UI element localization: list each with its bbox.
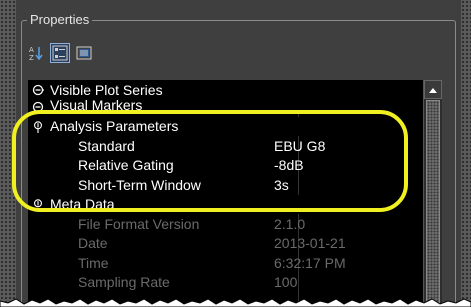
collapse-toggle-icon[interactable] [32,120,44,133]
property-row-time: Time 6:32:17 PM [28,253,423,273]
property-name: Sampling Rate [78,274,170,291]
property-name: Short-Term Window [78,176,201,193]
property-row-short-term-window[interactable]: Short-Term Window 3s [28,175,423,195]
sort-alpha-button[interactable]: A Z [26,43,46,63]
property-name: Relative Gating [78,157,174,174]
property-name: Standard [78,137,135,154]
category-label: Visual Markers [50,99,143,113]
property-row-standard[interactable]: Standard EBU G8 [28,136,423,156]
property-name: File Format Version [78,215,200,232]
category-visual-markers[interactable]: Visual Markers [28,99,423,113]
svg-text:A: A [29,46,34,54]
panel-title: Properties [27,12,93,28]
arrow-up-icon [429,87,437,93]
property-value: 6:32:17 PM [274,254,346,271]
scrollbar-thumb[interactable] [426,100,440,307]
categorized-view-button[interactable] [50,43,70,63]
properties-panel: Properties A Z Visible Plot Series Visua… [0,0,471,307]
property-grid: Visible Plot Series Visual Markers Analy… [28,80,423,307]
category-visible-plot-series[interactable]: Visible Plot Series [28,80,423,100]
list-view-button[interactable] [74,43,94,63]
expand-toggle-icon[interactable] [32,84,44,96]
property-row-date: Date 2013-01-21 [28,234,423,254]
category-meta-data[interactable]: Meta Data [28,194,423,214]
svg-text:Z: Z [29,54,34,61]
collapse-toggle-icon[interactable] [32,198,44,211]
categorized-icon [52,45,68,61]
scroll-up-button[interactable] [424,80,442,99]
property-value: 2013-01-21 [274,235,346,252]
property-row-sampling-rate: Sampling Rate 100 [28,273,423,293]
property-value: 2.1.0 [274,215,306,232]
property-value[interactable]: -8dB [270,157,304,173]
property-value: 100 [274,274,298,291]
properties-toolbar: A Z [26,43,94,65]
property-row-file-format-version: File Format Version 2.1.0 [28,214,423,234]
property-row-relative-gating[interactable]: Relative Gating -8dB [28,156,423,176]
torn-edge-decoration [0,298,471,307]
property-value[interactable]: EBU G8 [270,138,325,154]
expand-toggle-icon[interactable] [32,101,44,113]
list-view-icon [76,46,92,60]
sort-alpha-icon: A Z [29,46,43,61]
vertical-scrollbar[interactable] [423,80,442,307]
right-resize-handle[interactable] [461,0,471,307]
category-label: Visible Plot Series [50,81,163,98]
property-name: Date [78,235,108,252]
category-label: Analysis Parameters [50,118,179,135]
property-name: Time [78,254,109,271]
category-analysis-parameters[interactable]: Analysis Parameters [28,116,423,136]
left-resize-handle[interactable] [0,0,16,307]
property-value[interactable]: 3s [270,177,289,193]
